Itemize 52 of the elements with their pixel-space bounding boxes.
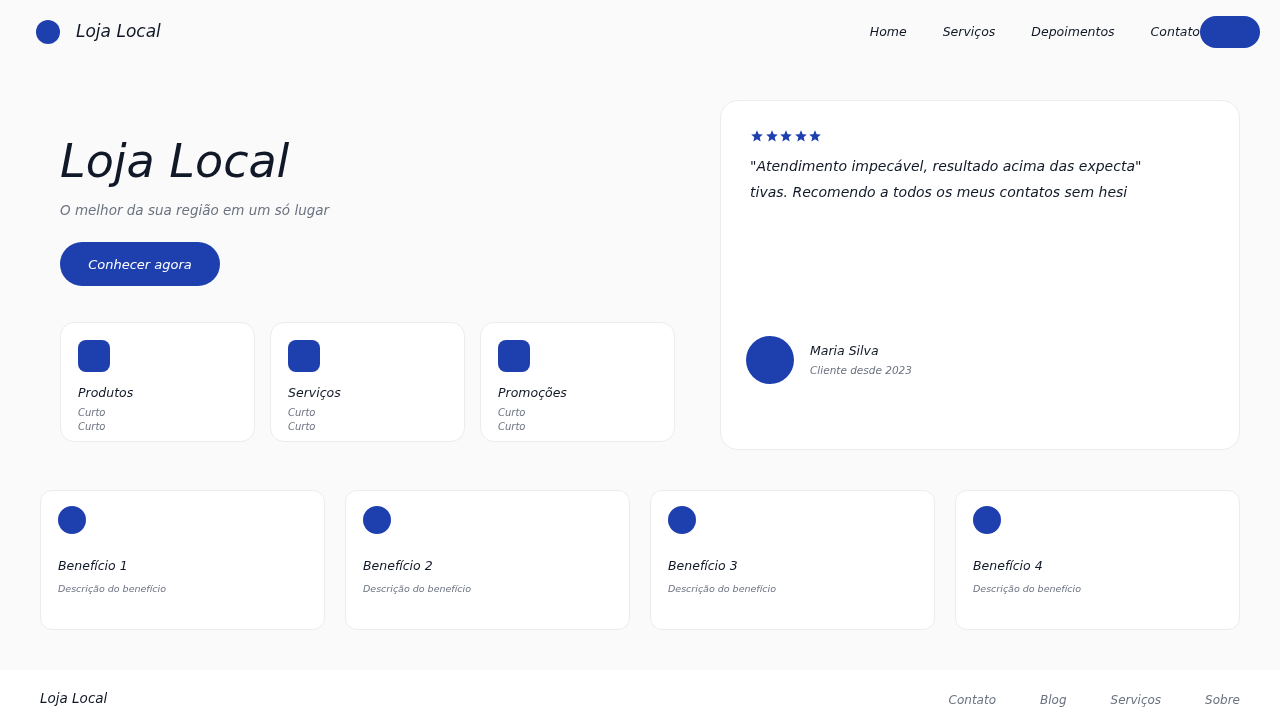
benefit-title: Benefício 2	[363, 557, 434, 575]
footer-brand: Loja Local	[40, 689, 108, 708]
star-icon	[764, 129, 779, 143]
avatar	[746, 336, 794, 384]
category-icon	[78, 340, 110, 373]
author-name: Maria Silva	[810, 341, 880, 360]
benefit-description: Descrição do benefício	[363, 581, 473, 596]
quote-text: tivas. Recomendo a todos os meus contatos sem hesi	[749, 183, 1129, 202]
benefit-icon	[668, 506, 696, 534]
benefit-icon	[58, 506, 86, 534]
cta-button[interactable]: Conhecer agora	[60, 242, 220, 287]
star-icon	[808, 129, 822, 143]
category-text: Curto	[498, 420, 527, 434]
footer-link[interactable]: Serviços	[1110, 691, 1162, 709]
footer-link[interactable]: Sobre	[1205, 691, 1240, 709]
star-icon	[779, 129, 793, 143]
nav-link[interactable]: Serviços	[942, 22, 996, 42]
category-title: Produtos	[78, 384, 135, 403]
category-card[interactable]: Produtos Curto Curto	[60, 322, 255, 443]
benefit-title: Benefício 3	[668, 557, 739, 575]
benefit-icon	[973, 506, 1001, 534]
category-title: Promoções	[498, 384, 568, 403]
category-card[interactable]: Serviços Curto Curto	[270, 322, 465, 443]
star-icon	[793, 129, 808, 143]
logo-icon	[36, 20, 60, 44]
nav-link[interactable]: Contato	[1150, 22, 1200, 42]
benefit-description: Descrição do benefício	[973, 581, 1083, 596]
category-text: Curto	[78, 406, 107, 420]
footer-link[interactable]: Contato	[948, 691, 996, 709]
nav-link[interactable]: Depoimentos	[1031, 22, 1115, 42]
benefit-title: Benefício 4	[973, 557, 1044, 575]
category-text: Curto	[498, 406, 527, 420]
hero-title: Loja Local	[60, 133, 291, 190]
star-icon	[750, 129, 764, 143]
quote-text: "Atendimento impecável, resultado acima das expecta"	[749, 157, 1143, 176]
benefit-title: Benefício 1	[58, 557, 129, 575]
category-text: Curto	[288, 420, 317, 434]
footer-link[interactable]: Blog	[1040, 691, 1067, 709]
hero-subtitle: O melhor da sua região em um só lugar	[60, 201, 331, 220]
benefit-description: Descrição do benefício	[668, 581, 778, 596]
benefit-description: Descrição do benefício	[58, 581, 168, 596]
category-icon	[288, 340, 320, 373]
author-since: Cliente desde 2023	[810, 362, 912, 378]
benefit-icon	[363, 506, 391, 534]
category-text: Curto	[288, 406, 317, 420]
category-title: Serviços	[288, 384, 342, 403]
category-text: Curto	[78, 420, 107, 434]
category-icon	[498, 340, 530, 373]
header-button[interactable]	[1200, 16, 1260, 48]
category-card[interactable]: Promoções Curto Curto	[480, 322, 675, 443]
brand-name: Loja Local	[76, 20, 161, 44]
nav-link[interactable]: Home	[869, 22, 907, 42]
